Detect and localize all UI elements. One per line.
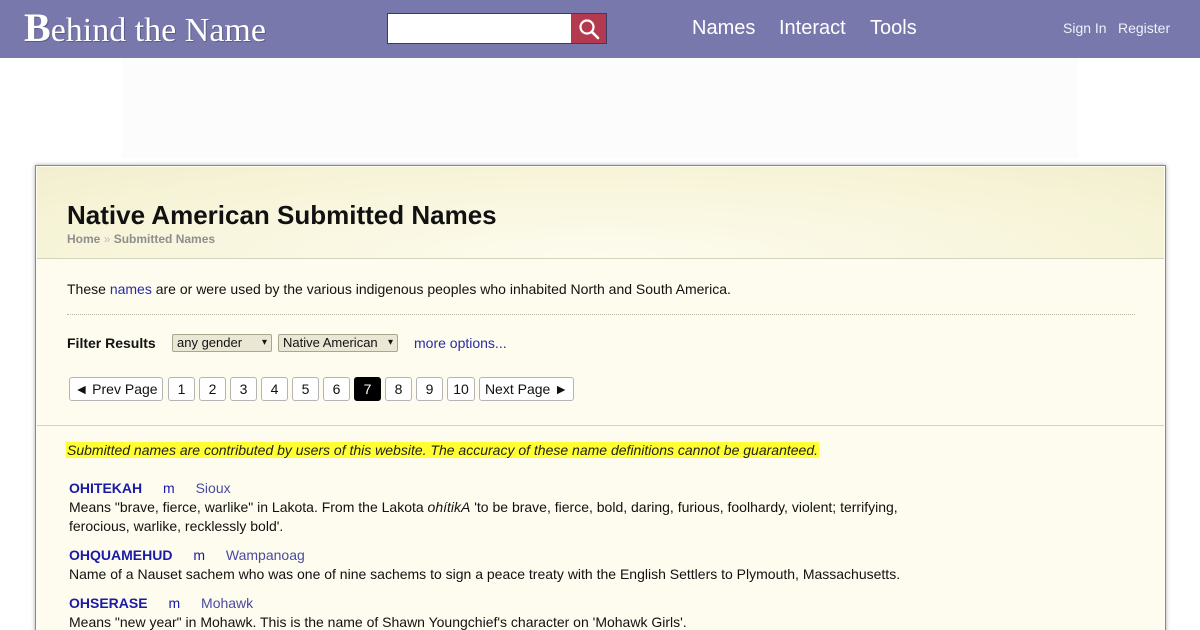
- gender-select[interactable]: any gender ▾: [172, 334, 272, 352]
- search-input[interactable]: [388, 14, 571, 43]
- entry-usage-link[interactable]: Wampanoag: [226, 547, 305, 563]
- breadcrumb-current[interactable]: Submitted Names: [114, 232, 215, 246]
- entry-usage-link[interactable]: Mohawk: [201, 595, 253, 611]
- search-button[interactable]: [571, 14, 606, 43]
- more-options-link[interactable]: more options...: [414, 335, 507, 351]
- nav-interact[interactable]: Interact: [779, 17, 846, 40]
- page-button-7-current[interactable]: 7: [354, 377, 381, 401]
- ad-space: [122, 58, 1078, 158]
- filter-section: These names are or were used by the vari…: [37, 260, 1164, 426]
- disclaimer-text: Submitted names are contributed by users…: [66, 442, 819, 458]
- search-box: [387, 13, 607, 44]
- page-header: Native American Submitted Names Home » S…: [37, 167, 1164, 259]
- page-button-9[interactable]: 9: [416, 377, 443, 401]
- entry-gender: m: [168, 595, 181, 611]
- dotted-divider: [67, 314, 1135, 315]
- intro-after: are or were used by the various indigeno…: [151, 281, 731, 297]
- register-link[interactable]: Register: [1118, 20, 1170, 36]
- page-button-3[interactable]: 3: [230, 377, 257, 401]
- nav-names[interactable]: Names: [692, 17, 755, 40]
- page-button-1[interactable]: 1: [168, 377, 195, 401]
- list-item: OHSERASE m Mohawk: [69, 595, 253, 611]
- intro-text: These names are or were used by the vari…: [67, 281, 731, 297]
- names-list: Submitted names are contributed by users…: [37, 427, 1164, 630]
- entry-desc-text: Name of a Nauset sachem who was one of n…: [69, 566, 901, 582]
- breadcrumb: Home » Submitted Names: [67, 232, 215, 246]
- page-button-5[interactable]: 5: [292, 377, 319, 401]
- chevron-down-icon: ▾: [261, 337, 267, 348]
- filter-label: Filter Results: [67, 335, 156, 351]
- entry-name-link[interactable]: OHQUAMEHUD: [69, 547, 172, 563]
- usage-select[interactable]: Native American ▾: [278, 334, 398, 352]
- search-icon: [578, 18, 599, 39]
- page-button-2[interactable]: 2: [199, 377, 226, 401]
- entry-desc-text: Means "new year" in Mohawk. This is the …: [69, 614, 687, 630]
- list-item: OHITEKAH m Sioux: [69, 480, 231, 496]
- gender-select-value: any gender: [177, 335, 243, 350]
- page-button-4[interactable]: 4: [261, 377, 288, 401]
- page-button-8[interactable]: 8: [385, 377, 412, 401]
- sign-in-link[interactable]: Sign In: [1063, 20, 1107, 36]
- entry-name-link[interactable]: OHSERASE: [69, 595, 148, 611]
- entry-desc-text: Means "brave, fierce, warlike" in Lakota…: [69, 499, 428, 515]
- breadcrumb-separator: »: [103, 232, 111, 246]
- page-title: Native American Submitted Names: [67, 200, 497, 230]
- entry-desc-italic: ohítikA: [427, 499, 471, 515]
- entry-name-link[interactable]: OHITEKAH: [69, 480, 142, 496]
- site-logo[interactable]: Behind the Name: [24, 8, 266, 51]
- names-link[interactable]: names: [110, 281, 152, 297]
- logo-text: ehind the Name: [50, 12, 266, 49]
- logo-initial: B: [24, 5, 51, 50]
- main-panel: Native American Submitted Names Home » S…: [35, 165, 1166, 630]
- next-page-button[interactable]: Next Page ►: [479, 377, 574, 401]
- site-header: Behind the Name Names Interact Tools Sig…: [0, 0, 1200, 58]
- entry-usage-link[interactable]: Sioux: [196, 480, 231, 496]
- usage-select-value: Native American: [283, 335, 378, 350]
- entry-description: Means "brave, fierce, warlike" in Lakota…: [69, 498, 919, 536]
- prev-page-button[interactable]: ◄ Prev Page: [69, 377, 163, 401]
- page-button-10[interactable]: 10: [447, 377, 475, 401]
- intro-before: These: [67, 281, 110, 297]
- entry-gender: m: [163, 480, 175, 496]
- page-button-6[interactable]: 6: [323, 377, 350, 401]
- chevron-down-icon: ▾: [387, 337, 393, 348]
- entry-description: Means "new year" in Mohawk. This is the …: [69, 613, 919, 630]
- entry-gender: m: [193, 547, 206, 563]
- list-item: OHQUAMEHUD m Wampanoag: [69, 547, 305, 563]
- entry-description: Name of a Nauset sachem who was one of n…: [69, 565, 919, 584]
- breadcrumb-home[interactable]: Home: [67, 232, 100, 246]
- nav-tools[interactable]: Tools: [870, 17, 917, 40]
